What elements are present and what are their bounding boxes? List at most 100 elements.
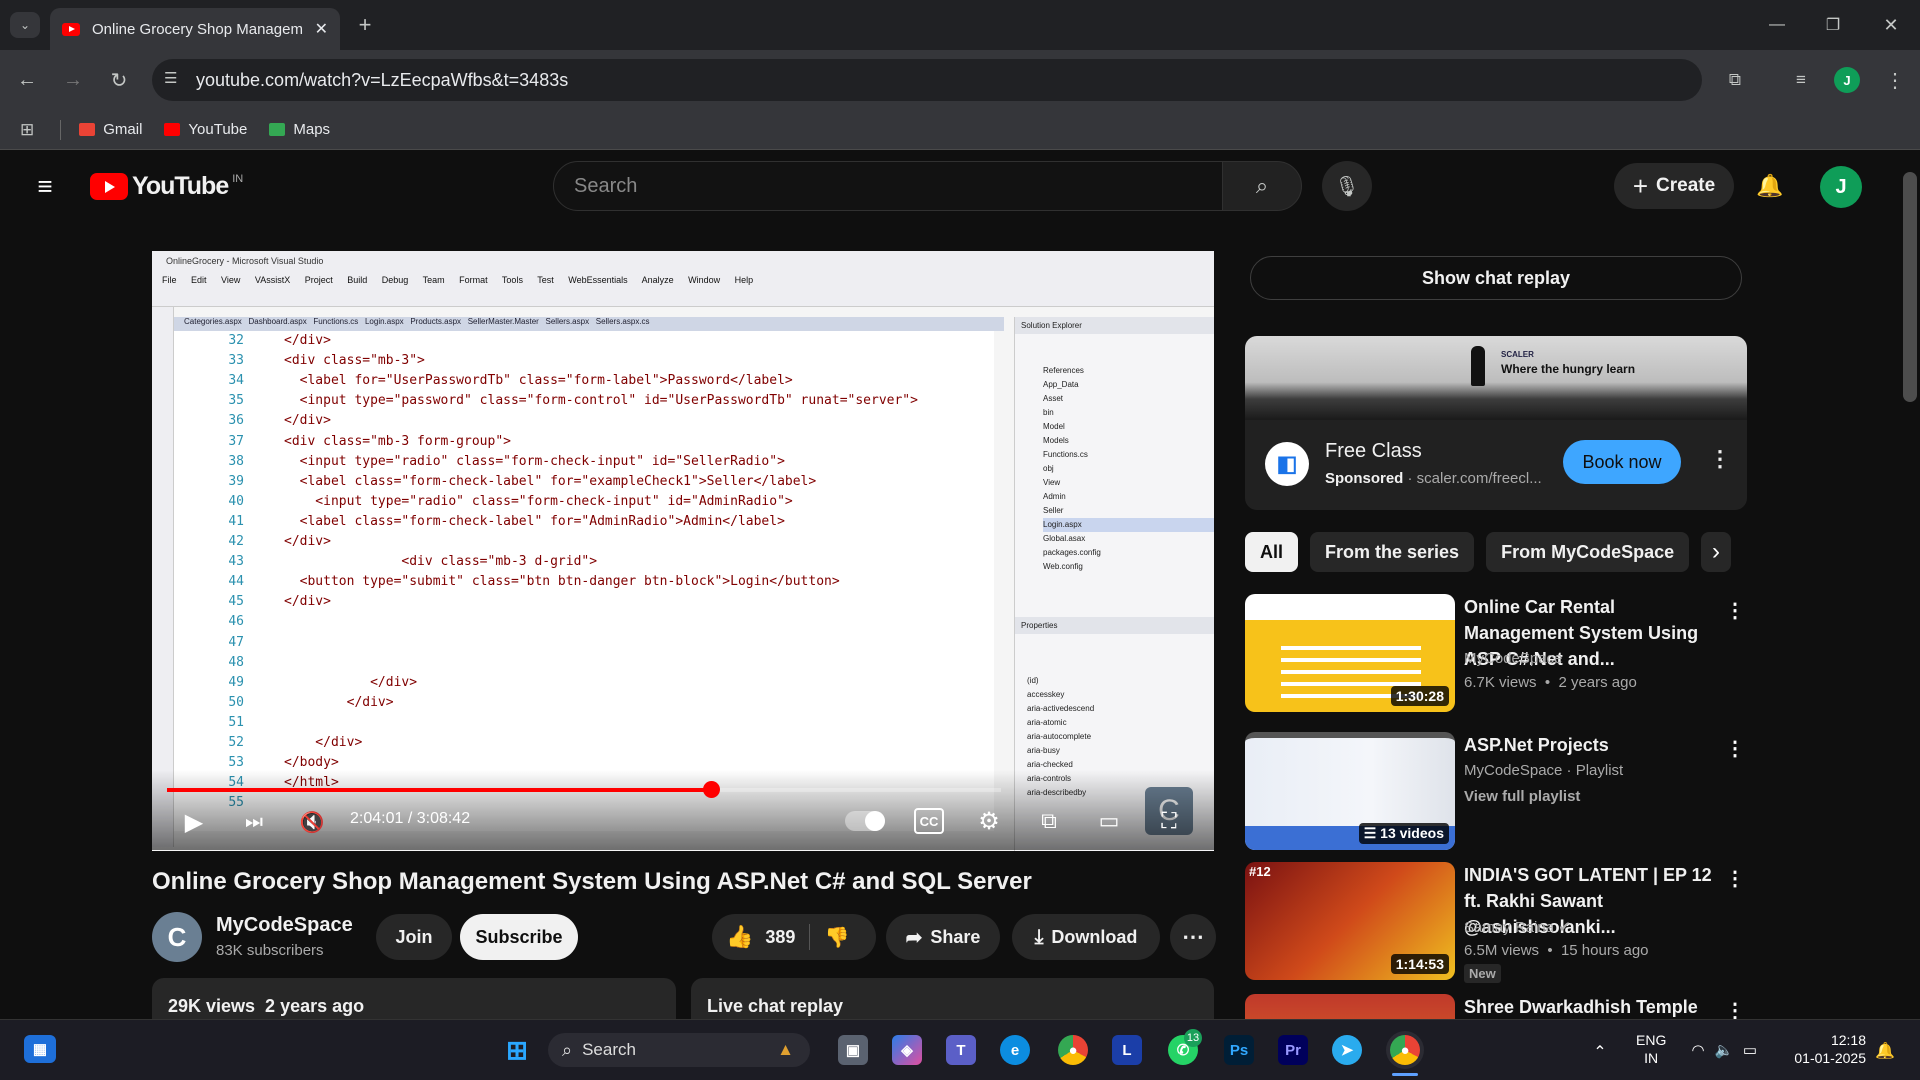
apps-grid-icon[interactable]: ⊞ [20,120,34,140]
property-item: (id) [1027,676,1039,685]
line-number: 53 [228,755,244,771]
clock[interactable]: 12:18 01-01-2025 [1786,1031,1866,1067]
download-button[interactable]: ⤓ Download [1012,914,1160,960]
youtube-avatar[interactable]: J [1820,166,1862,208]
minimize-icon[interactable]: — [1762,10,1792,40]
notification-center-icon[interactable]: 🔔 [1874,1040,1896,1062]
restore-icon[interactable]: ❐ [1818,10,1848,40]
premiere-icon[interactable]: Pr [1278,1035,1308,1065]
settings-gear-icon[interactable]: ⚙ [974,806,1004,836]
code-line: </div> [284,534,331,549]
scrollbar-thumb[interactable] [1903,172,1917,402]
rec-item-2[interactable]: ☰ 13 videos ASP.Net Projects MyCodeSpace… [1245,732,1745,850]
rec-menu-icon[interactable]: ⋮ [1725,998,1745,1019]
chip-all[interactable]: All [1245,532,1299,572]
menu-kebab-icon[interactable]: ⋮ [1880,65,1910,95]
wifi-icon[interactable]: ◠ [1688,1040,1708,1060]
more-actions-button[interactable]: ⋯ [1170,914,1216,960]
rec-title: ASP.Net Projects [1464,735,1609,755]
task-view-icon[interactable]: ▣ [838,1035,868,1065]
forward-icon[interactable]: → [58,65,88,95]
rec-item-4[interactable]: Shree Dwarkadhish Temple ⋮ [1245,994,1745,1019]
rank-badge: #12 [1249,864,1271,879]
show-chat-replay-button[interactable]: Show chat replay [1250,256,1742,300]
chrome-icon[interactable]: ● [1058,1035,1088,1065]
view-full-playlist-link[interactable]: View full playlist [1464,788,1580,805]
fullscreen-icon[interactable]: ⛶ [1154,806,1184,836]
bookmark-youtube[interactable]: YouTube [164,121,247,138]
rec-thumbnail[interactable]: #12 1:14:53 [1245,862,1455,980]
rec-thumbnail[interactable]: 1:30:28 [1245,594,1455,712]
copilot-icon[interactable]: ◈ [892,1035,922,1065]
mute-icon[interactable]: 🔇 [298,808,326,836]
address-bar[interactable]: ☰ youtube.com/watch?v=LzEecpaWfbs&t=3483… [152,59,1702,101]
hamburger-menu-icon[interactable]: ≡ [30,171,60,201]
code-line: </div> [284,413,331,429]
taskbar-search[interactable]: ⌕ Search ▲ [548,1033,810,1067]
video-player[interactable]: OnlineGrocery - Microsoft Visual Studio … [152,251,1214,851]
rec-thumbnail[interactable] [1245,994,1455,1019]
rec-menu-icon[interactable]: ⋮ [1725,736,1745,761]
media-control-icon[interactable]: ≡ [1786,65,1816,95]
play-icon[interactable]: ▶ [180,808,208,836]
browser-tab-active[interactable]: Online Grocery Shop Managem ✕ [50,8,340,50]
youtube-logo[interactable]: YouTube IN [90,172,243,201]
chrome-active-icon[interactable]: ● [1390,1035,1420,1065]
rec-item-1[interactable]: 1:30:28 Online Car Rental Management Sys… [1245,594,1745,712]
ad-brand: SCALER [1501,350,1534,359]
tab-search-icon[interactable]: ⌄ [10,12,40,38]
close-tab-icon[interactable]: ✕ [315,19,328,39]
telegram-icon[interactable]: ➤ [1332,1035,1362,1065]
voice-search-button[interactable]: 🎙 [1322,161,1372,211]
bookmark-gmail[interactable]: Gmail [79,121,142,138]
book-now-button[interactable]: Book now [1563,440,1681,484]
tray-overflow-icon[interactable]: ⌃ [1588,1040,1612,1064]
like-icon[interactable]: 👍 [726,924,753,950]
subscribe-button[interactable]: Subscribe [460,914,578,960]
miniplayer-icon[interactable]: ⧉ [1034,806,1064,836]
chip-from-series[interactable]: From the series [1310,532,1475,572]
progress-scrubber[interactable] [702,781,720,798]
chip-from-channel[interactable]: From MyCodeSpace [1486,532,1690,572]
chips-next-icon[interactable]: › [1700,536,1732,568]
teams-icon[interactable]: T [946,1035,976,1065]
join-button[interactable]: Join [376,914,452,960]
search-button[interactable]: ⌕ [1222,161,1302,211]
volume-icon[interactable]: 🔈 [1714,1040,1734,1060]
reload-icon[interactable]: ↻ [104,65,134,95]
extensions-icon[interactable]: ⧉ [1720,65,1750,95]
ad-menu-icon[interactable]: ⋮ [1709,446,1731,472]
solution-tree: References App_Data Asset bin Model Models Fun… [1015,334,1214,574]
rec-menu-icon[interactable]: ⋮ [1725,866,1745,891]
bookmark-maps[interactable]: Maps [269,121,330,138]
rec-menu-icon[interactable]: ⋮ [1725,598,1745,623]
dislike-icon[interactable]: 👎 [824,925,849,950]
photoshop-icon[interactable]: Ps [1224,1035,1254,1065]
rec-thumbnail[interactable]: ☰ 13 videos [1245,732,1455,850]
close-window-icon[interactable]: ✕ [1876,10,1906,40]
rec-item-3[interactable]: #12 1:14:53 INDIA'S GOT LATENT | EP 12 f… [1245,862,1745,983]
back-icon[interactable]: ← [12,65,42,95]
search-input[interactable]: Search [553,161,1223,211]
youtube-favicon-icon [62,22,80,36]
battery-icon[interactable]: ▭ [1740,1040,1760,1060]
share-button[interactable]: ➦ Share [886,914,1000,960]
captions-icon[interactable]: CC [914,808,944,834]
channel-avatar[interactable]: C [152,912,202,962]
site-info-icon[interactable]: ☰ [164,69,177,87]
ad-card[interactable]: SCALER Where the hungry learn ◧ Free Cla… [1245,336,1747,510]
create-button[interactable]: + Create [1614,163,1734,209]
start-windows-icon[interactable]: ⊞ [502,1035,532,1065]
next-icon[interactable]: ⏭ [240,808,268,836]
profile-avatar[interactable]: J [1834,67,1860,93]
edge-icon[interactable]: e [1000,1035,1030,1065]
ad-tagline: Where the hungry learn [1501,362,1636,376]
theater-mode-icon[interactable]: ▭ [1094,806,1124,836]
widgets-icon[interactable]: ▦ [24,1035,56,1063]
l-app-icon[interactable]: L [1112,1035,1142,1065]
channel-name[interactable]: MyCodeSpace [216,914,353,937]
language-indicator[interactable]: ENG IN [1636,1031,1666,1067]
new-tab-icon[interactable]: + [352,12,378,38]
notifications-bell-icon[interactable]: 🔔 [1752,168,1788,204]
autoplay-toggle[interactable] [845,811,885,831]
